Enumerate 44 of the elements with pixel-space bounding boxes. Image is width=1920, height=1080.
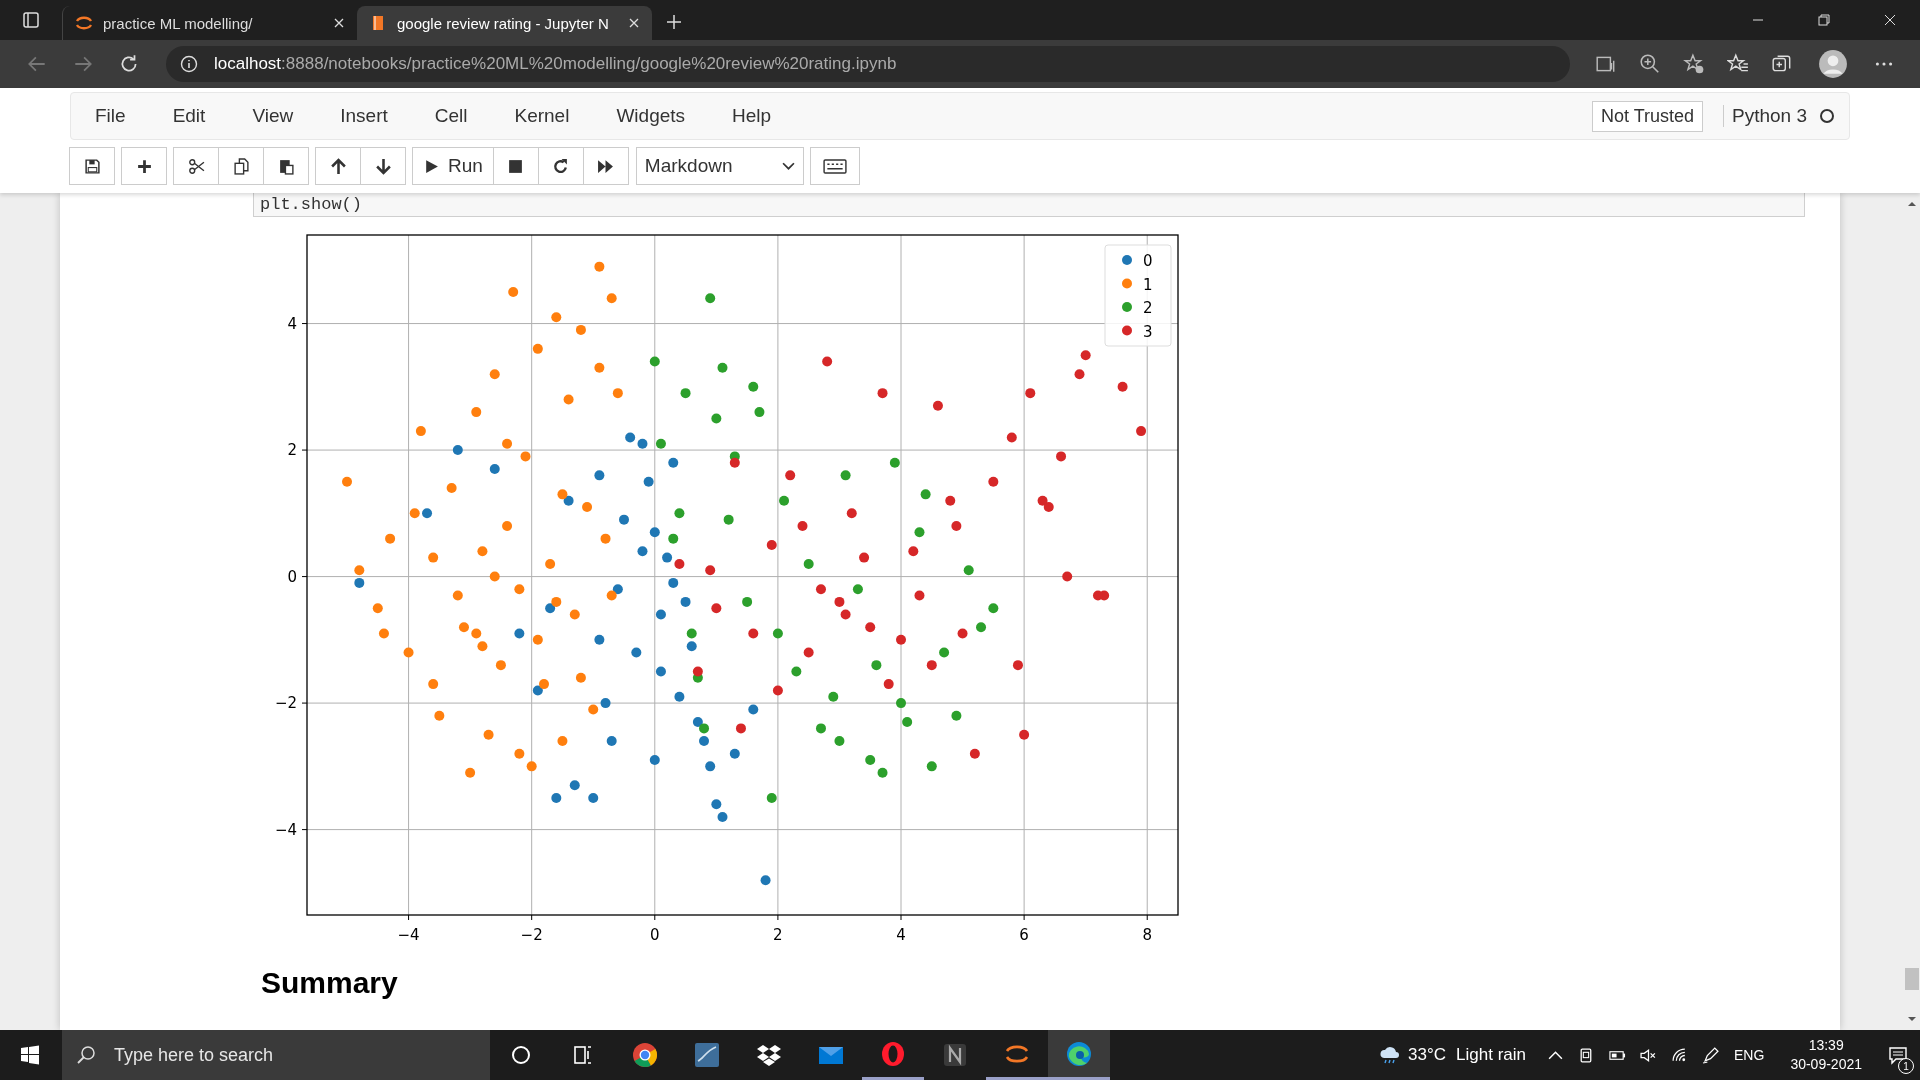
menu-item[interactable]: File (95, 105, 126, 127)
y-tick-label: 2 (287, 441, 297, 460)
y-tick-label: −2 (274, 694, 297, 713)
temperature-text: 33°C (1408, 1045, 1447, 1065)
cell-type-select[interactable]: Markdown (635, 147, 804, 185)
y-tick-label: 0 (287, 567, 297, 586)
notification-button[interactable]: 1 (1876, 1030, 1920, 1080)
y-tick-label: 4 (287, 314, 297, 333)
x-tick-label: 4 (896, 926, 906, 944)
menu-item[interactable]: Insert (340, 105, 388, 127)
menu-item[interactable]: View (252, 105, 294, 127)
menu-item[interactable]: Widgets (616, 105, 686, 127)
clock-date[interactable]: 30-09-2021 (1790, 1055, 1862, 1074)
search-field[interactable]: Type here to search (62, 1030, 490, 1080)
weather-condition: Light rain (1456, 1045, 1527, 1065)
legend-label: 0 (1143, 252, 1153, 270)
language-indicator[interactable]: ENG (1734, 1047, 1765, 1063)
legend-label: 3 (1143, 322, 1153, 341)
x-tick-label: −2 (520, 926, 543, 944)
trust-indicator[interactable]: Not Trusted (1591, 100, 1703, 132)
menu-item[interactable]: Edit (172, 105, 206, 127)
menu-item[interactable]: Kernel (514, 105, 570, 127)
x-tick-label: 0 (650, 926, 660, 944)
code-line: plt.show() (260, 195, 363, 214)
x-tick-label: 2 (773, 926, 783, 944)
section-heading: Summary (261, 966, 399, 1000)
menu-item[interactable]: Help (732, 105, 772, 127)
menu-item[interactable]: Cell (434, 105, 468, 127)
search-input[interactable]: Type here to search (112, 1043, 490, 1067)
y-tick-label: −4 (274, 820, 297, 839)
tab-title: practice ML modelling/ (103, 14, 254, 32)
tab-title: google review rating - Jupyter N (397, 14, 610, 32)
address-field[interactable]: localhost:8888/notebooks/practice%20ML%20modelling/google%20review%20rating.ipynb (166, 46, 1570, 82)
clock-time[interactable]: 13:39 (1808, 1036, 1844, 1055)
legend-label: 2 (1143, 299, 1153, 317)
browser-tab[interactable]: google review rating - Jupyter N (357, 6, 652, 40)
kernel-name[interactable]: Python 3 (1723, 105, 1807, 127)
x-tick-label: 6 (1019, 926, 1029, 944)
x-tick-label: 8 (1142, 926, 1152, 944)
run-button[interactable]: Run (412, 147, 494, 185)
x-tick-label: −4 (397, 926, 420, 944)
code-cell[interactable]: plt.show() (253, 193, 1805, 217)
legend-label: 1 (1143, 275, 1153, 294)
count-badge: 1 (1898, 1058, 1914, 1074)
